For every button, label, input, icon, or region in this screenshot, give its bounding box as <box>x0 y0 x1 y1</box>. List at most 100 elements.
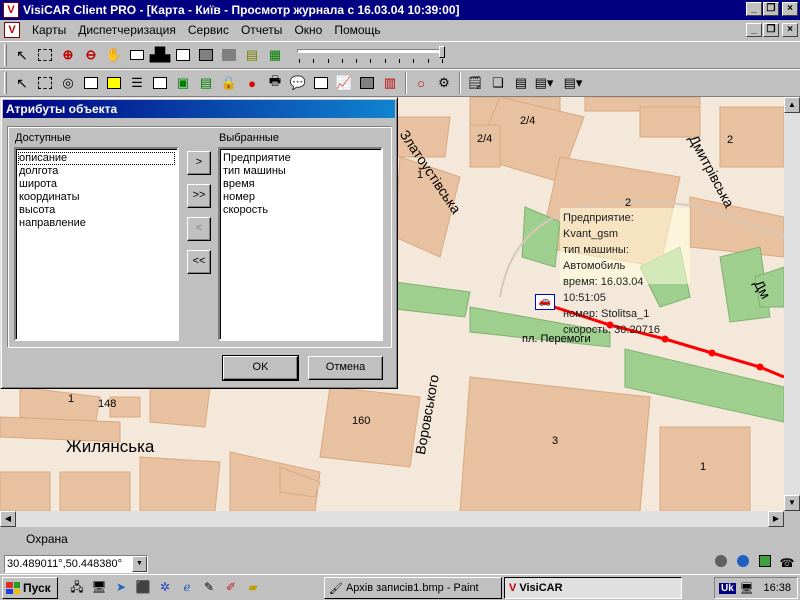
coordinates-select[interactable]: 30.489011°,50.448380° ▼ <box>4 555 148 573</box>
map-info-icon[interactable] <box>218 44 240 66</box>
remove-button[interactable]: < <box>187 217 211 241</box>
route-icon[interactable]: ▤ <box>195 72 217 94</box>
paint-icon[interactable]: ✐ <box>222 578 240 596</box>
playback-slider[interactable] <box>297 46 445 64</box>
scroll-down-icon[interactable]: ▼ <box>784 495 800 511</box>
layers-icon[interactable] <box>195 44 217 66</box>
list-item[interactable]: тип машины <box>222 165 379 178</box>
track-icon[interactable]: ▣ <box>172 72 194 94</box>
ie-icon[interactable]: ℯ <box>178 578 196 596</box>
find-icon[interactable] <box>310 72 332 94</box>
doc-close-button[interactable]: × <box>782 23 798 37</box>
export-icon[interactable]: ▥ <box>379 72 401 94</box>
list-item[interactable]: описание <box>18 152 175 165</box>
arrow-app-icon[interactable]: ➤ <box>112 578 130 596</box>
document-list-icon[interactable]: ▤ <box>510 72 532 94</box>
maximize-button[interactable]: ❐ <box>763 2 779 16</box>
language-indicator[interactable]: Uk <box>719 582 736 594</box>
menu-window[interactable]: Окно <box>288 23 328 37</box>
pointer-icon[interactable]: ↖ <box>11 44 33 66</box>
doc-maximize-button[interactable]: ❐ <box>763 23 779 37</box>
settings-icon[interactable]: ⚙ <box>433 72 455 94</box>
cancel-button[interactable]: Отмена <box>308 356 383 380</box>
taskbar-visicar[interactable]: V VisiCAR <box>504 577 682 599</box>
toolbar-grip[interactable] <box>4 44 7 66</box>
menu-maps[interactable]: Карты <box>26 23 72 37</box>
object-rect-icon[interactable] <box>34 72 56 94</box>
report-icon[interactable]: 🗒 <box>464 72 486 94</box>
circle-tool-icon[interactable]: ○ <box>410 72 432 94</box>
menu-dispatch[interactable]: Диспетчеризация <box>72 23 182 37</box>
target-icon[interactable]: ◎ <box>57 72 79 94</box>
binoculars-icon[interactable]: ▟▙ <box>149 44 171 66</box>
lock-icon[interactable]: 🔒 <box>218 72 240 94</box>
available-list[interactable]: описание долгота широта координаты высот… <box>14 147 179 341</box>
list-item[interactable]: долгота <box>18 165 175 178</box>
list-item[interactable]: направление <box>18 217 175 230</box>
butterfly-icon[interactable]: ✲ <box>156 578 174 596</box>
gps-status-icon[interactable] <box>756 554 774 572</box>
map-vertical-scrollbar[interactable]: ▲ ▼ <box>784 97 800 511</box>
connection-status-icon[interactable] <box>712 554 730 572</box>
scroll-up-icon[interactable]: ▲ <box>784 97 800 113</box>
chevron-down-icon[interactable]: ▼ <box>132 556 147 572</box>
zoom-rect-icon[interactable] <box>34 44 56 66</box>
object-list-icon[interactable] <box>80 72 102 94</box>
add-all-button[interactable]: >> <box>187 184 211 208</box>
ok-button[interactable]: OK <box>222 355 299 381</box>
list-item[interactable]: широта <box>18 178 175 191</box>
group-icon[interactable] <box>103 72 125 94</box>
edit-icon[interactable]: ✎ <box>200 578 218 596</box>
record-icon[interactable]: ● <box>241 72 263 94</box>
chart-icon[interactable]: 📈 <box>333 72 355 94</box>
save-icon[interactable] <box>356 72 378 94</box>
list-item[interactable]: скорость <box>222 204 379 217</box>
print-dropdown-icon[interactable]: ▤▾ <box>562 72 584 94</box>
clock[interactable]: 16:38 <box>763 582 791 594</box>
copy-icon[interactable]: ❏ <box>487 72 509 94</box>
toolbar-grip-2[interactable] <box>4 72 7 94</box>
phone-icon[interactable]: ☎ <box>778 554 796 572</box>
add-button[interactable]: > <box>187 151 211 175</box>
zoom-out-icon[interactable]: ⊖ <box>80 44 102 66</box>
monitor-icon[interactable]: 🖥 <box>90 578 108 596</box>
app-black-icon[interactable]: ⬛ <box>134 578 152 596</box>
zoom-in-icon[interactable]: ⊕ <box>57 44 79 66</box>
tab-okhrana[interactable]: Охрана <box>26 532 68 546</box>
close-button[interactable]: × <box>782 2 798 16</box>
document-dropdown-icon[interactable]: ▤▾ <box>533 72 555 94</box>
minimize-button[interactable]: _ <box>746 2 762 16</box>
full-extent-icon[interactable] <box>126 44 148 66</box>
list-item[interactable]: номер <box>222 191 379 204</box>
tray-monitor-icon[interactable]: 🖥 <box>740 582 754 595</box>
folder-icon[interactable]: ▰ <box>244 578 262 596</box>
remove-all-button[interactable]: << <box>187 250 211 274</box>
list-item[interactable]: высота <box>18 204 175 217</box>
stack-icon[interactable]: ▦ <box>264 44 286 66</box>
list-icon[interactable]: ☰ <box>126 72 148 94</box>
message-icon[interactable]: 💬 <box>287 72 309 94</box>
visicar-icon[interactable]: V <box>3 2 19 18</box>
document-icon[interactable]: V <box>4 22 20 38</box>
network-icon[interactable]: 🖧 <box>68 578 86 596</box>
pan-hand-icon[interactable]: ✋ <box>103 44 125 66</box>
scroll-left-icon[interactable]: ◀ <box>0 511 16 527</box>
start-button[interactable]: Пуск <box>2 577 58 599</box>
print-icon[interactable]: 🖶 <box>264 72 286 94</box>
slider-thumb[interactable] <box>439 46 445 58</box>
list-item[interactable]: Предприятие <box>222 152 379 165</box>
menu-service[interactable]: Сервис <box>182 23 235 37</box>
palette-icon[interactable]: ▤ <box>241 44 263 66</box>
globe-icon[interactable] <box>734 554 752 572</box>
car-list-icon[interactable] <box>149 72 171 94</box>
measure-icon[interactable] <box>172 44 194 66</box>
list-item[interactable]: координаты <box>18 191 175 204</box>
doc-minimize-button[interactable]: _ <box>746 23 762 37</box>
list-item[interactable]: время <box>222 178 379 191</box>
selected-list[interactable]: Предприятие тип машины время номер скоро… <box>218 147 383 341</box>
scroll-right-icon[interactable]: ▶ <box>768 511 784 527</box>
menu-reports[interactable]: Отчеты <box>235 23 288 37</box>
vehicle-marker-icon[interactable]: 🚗 <box>535 294 555 310</box>
select-object-icon[interactable]: ↖ <box>11 72 33 94</box>
menu-help[interactable]: Помощь <box>328 23 386 37</box>
